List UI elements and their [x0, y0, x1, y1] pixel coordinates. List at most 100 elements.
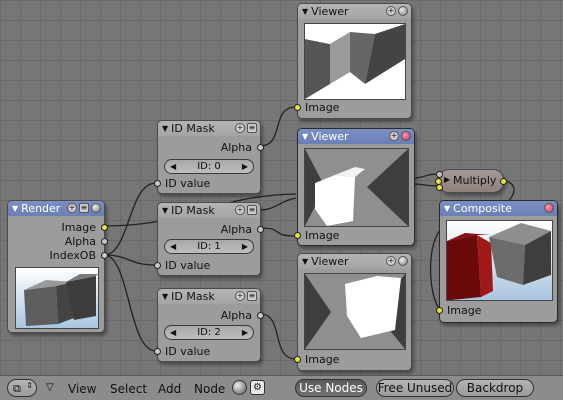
- render-layer-icon[interactable]: ⚙: [250, 380, 265, 395]
- preview-sphere-icon[interactable]: [544, 203, 554, 213]
- multiply-image-socket-2[interactable]: [436, 184, 443, 191]
- plus-icon[interactable]: +: [386, 256, 396, 266]
- id-mask-1-id-value-socket[interactable]: [154, 180, 161, 187]
- collapse-arrow-icon[interactable]: ▼: [302, 257, 308, 266]
- increment-arrow-icon[interactable]: ▶: [242, 160, 248, 174]
- render-output-alpha-label: Alpha: [64, 235, 96, 248]
- viewer-node-bottom[interactable]: ▼ Viewer + Image: [294, 253, 412, 371]
- add-menu[interactable]: Add: [158, 382, 181, 396]
- collapse-arrow-icon[interactable]: ▼: [162, 124, 168, 133]
- id-mask-node-3[interactable]: ▼ ID Mask + ≡ Alpha ◀ ID: 2 ▶ ID value: [154, 288, 264, 362]
- plus-icon[interactable]: +: [386, 6, 396, 16]
- viewer-bottom-image-socket[interactable]: [294, 356, 301, 363]
- menu-icon[interactable]: ≡: [247, 291, 257, 301]
- id-mask-2-alpha-socket[interactable]: [257, 226, 264, 233]
- id-mask-node-3-header[interactable]: ▼ ID Mask + ≡: [158, 289, 260, 304]
- collapse-arrow-icon[interactable]: ▼: [162, 292, 168, 301]
- preview-sphere-icon[interactable]: [91, 203, 101, 213]
- id-mask-1-id-field[interactable]: ◀ ID: 0 ▶: [164, 159, 254, 174]
- link-idmask1-to-viewer-top: [259, 106, 297, 147]
- composite-image-socket[interactable]: [436, 307, 443, 314]
- decrement-arrow-icon[interactable]: ◀: [170, 240, 176, 254]
- viewer-mid-header[interactable]: ▼ Viewer +: [298, 129, 414, 144]
- id-mask-node-2[interactable]: ▼ ID Mask + ≡ Alpha ◀ ID: 1 ▶ ID value: [154, 202, 264, 276]
- plus-icon[interactable]: +: [235, 205, 245, 215]
- plus-icon[interactable]: +: [67, 203, 77, 213]
- id-mask-3-id-field[interactable]: ◀ ID: 2 ▶: [164, 325, 254, 340]
- multiply-output-socket[interactable]: [500, 178, 507, 185]
- id-mask-2-id-value: ID: 1: [197, 241, 221, 252]
- collapse-arrow-icon[interactable]: ▼: [302, 132, 308, 141]
- viewer-bottom-image-label: Image: [305, 353, 340, 366]
- expand-arrow-icon[interactable]: ▶: [444, 175, 450, 184]
- viewer-bottom-preview-image: [304, 273, 406, 350]
- render-output-image-label: Image: [61, 221, 96, 234]
- node-menu[interactable]: Node: [194, 382, 225, 396]
- multiply-node-title: Multiply: [453, 174, 497, 187]
- id-mask-node-1[interactable]: ▼ ID Mask + ≡ Alpha ◀ ID: 0 ▶ ID value: [154, 120, 264, 194]
- id-mask-1-alpha-socket[interactable]: [257, 144, 264, 151]
- backdrop-toggle[interactable]: Backdrop: [456, 379, 534, 397]
- use-nodes-toggle[interactable]: Use Nodes: [295, 379, 367, 397]
- view-menu[interactable]: View: [68, 382, 96, 396]
- render-alpha-socket[interactable]: [101, 238, 108, 245]
- viewer-mid-title: Viewer: [311, 130, 349, 143]
- collapse-arrow-icon[interactable]: ▼: [12, 204, 18, 213]
- viewer-top-preview-image: [304, 23, 406, 100]
- link-idmask2-to-viewer-mid: [259, 227, 297, 237]
- composite-header[interactable]: ▼ Composite: [440, 201, 557, 216]
- plus-icon[interactable]: +: [389, 131, 399, 141]
- viewer-node-top[interactable]: ▼ Viewer + Image: [294, 3, 412, 119]
- preview-sphere-icon[interactable]: [401, 131, 411, 141]
- viewer-bottom-header[interactable]: ▼ Viewer +: [298, 254, 411, 269]
- collapse-arrow-icon[interactable]: ▼: [444, 204, 450, 213]
- collapse-menus-icon[interactable]: ▽: [46, 382, 54, 393]
- viewer-mid-image-socket[interactable]: [294, 232, 301, 239]
- composite-image-label: Image: [447, 304, 482, 317]
- id-mask-node-2-header[interactable]: ▼ ID Mask + ≡: [158, 203, 260, 218]
- id-mask-1-alpha-label: Alpha: [220, 141, 252, 154]
- id-mask-3-alpha-socket[interactable]: [257, 312, 264, 319]
- multiply-node[interactable]: ▶ Multiply: [435, 169, 507, 193]
- select-menu[interactable]: Select: [110, 382, 147, 396]
- menu-icon[interactable]: ≡: [247, 205, 257, 215]
- viewer-node-mid[interactable]: ▼ Viewer + Image: [294, 128, 415, 246]
- viewer-top-title: Viewer: [311, 5, 349, 18]
- id-mask-2-alpha-label: Alpha: [220, 223, 252, 236]
- id-mask-node-1-title: ID Mask: [171, 122, 215, 135]
- node-editor-header-bar: ⧉ ⇕ ▽ View Select Add Node ⚙ Use Nodes F…: [0, 375, 563, 400]
- viewer-top-header[interactable]: ▼ Viewer +: [298, 4, 411, 19]
- link-idmask3-to-viewer-bot: [259, 313, 297, 360]
- link-viewer-mid-to-multiply-2: [412, 183, 439, 187]
- viewer-mid-image-label: Image: [305, 229, 340, 242]
- decrement-arrow-icon[interactable]: ◀: [170, 160, 176, 174]
- decrement-arrow-icon[interactable]: ◀: [170, 326, 176, 340]
- id-mask-3-id-value-socket[interactable]: [154, 348, 161, 355]
- render-node[interactable]: ▼ Render + ≡ Image Alpha IndexOB: [7, 200, 108, 333]
- increment-arrow-icon[interactable]: ▶: [242, 240, 248, 254]
- id-mask-3-id-value: ID: 2: [197, 327, 221, 338]
- collapse-arrow-icon[interactable]: ▼: [302, 7, 308, 16]
- preview-sphere-icon[interactable]: [398, 6, 408, 16]
- render-indexob-socket[interactable]: [101, 252, 108, 259]
- collapse-arrow-icon[interactable]: ▼: [162, 206, 168, 215]
- menu-icon[interactable]: ≡: [79, 203, 89, 213]
- viewer-top-image-socket[interactable]: [294, 104, 301, 111]
- increment-arrow-icon[interactable]: ▶: [242, 326, 248, 340]
- menu-icon[interactable]: ≡: [247, 123, 257, 133]
- link-viewer-mid-to-multiply-1: [412, 173, 439, 179]
- render-node-header[interactable]: ▼ Render + ≡: [8, 201, 104, 216]
- preview-sphere-icon[interactable]: [398, 256, 408, 266]
- composite-node[interactable]: ▼ Composite Image: [436, 200, 558, 323]
- free-unused-button[interactable]: Free Unused: [376, 379, 454, 397]
- plus-icon[interactable]: +: [235, 123, 245, 133]
- viewer-top-image-label: Image: [305, 101, 340, 114]
- shading-sphere-icon[interactable]: [232, 380, 247, 395]
- id-mask-node-1-header[interactable]: ▼ ID Mask + ≡: [158, 121, 260, 136]
- id-mask-2-id-value-socket[interactable]: [154, 262, 161, 269]
- id-mask-2-id-field[interactable]: ◀ ID: 1 ▶: [164, 239, 254, 254]
- plus-icon[interactable]: +: [235, 291, 245, 301]
- editor-type-menu[interactable]: ⧉ ⇕: [7, 379, 37, 397]
- multiply-fac-socket[interactable]: [436, 171, 443, 178]
- render-image-socket[interactable]: [101, 224, 108, 231]
